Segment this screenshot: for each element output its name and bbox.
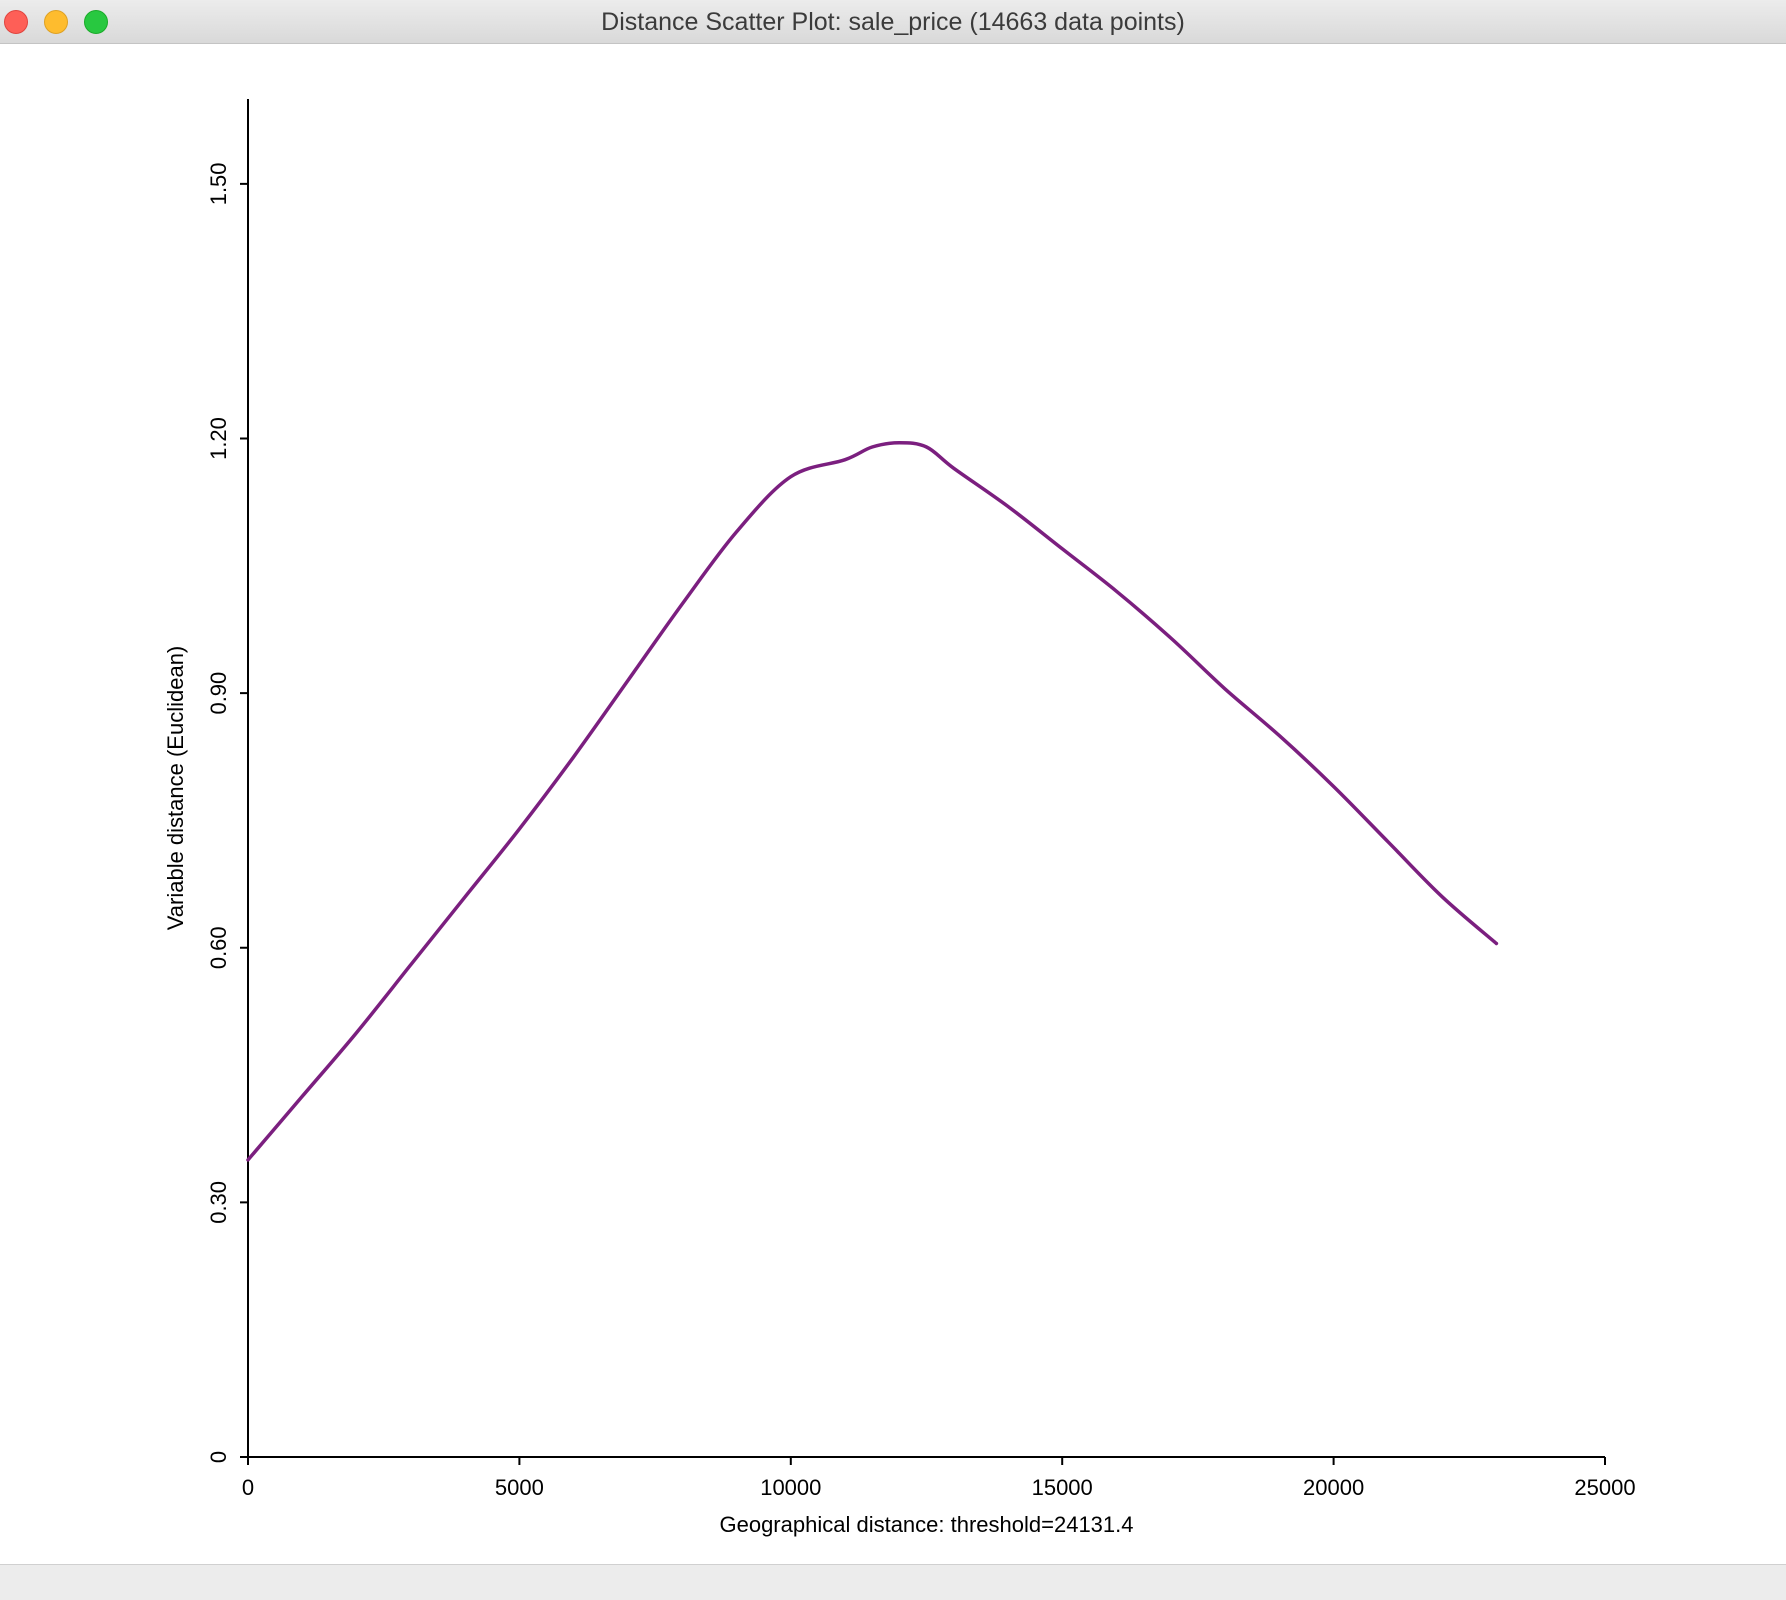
y-tick-label: 0 (206, 1451, 231, 1463)
chart-area[interactable]: 0 5000 10000 15000 20000 25000 0 0.30 0.60 0.90 1.… (0, 44, 1786, 1564)
x-tick-label: 25000 (1574, 1475, 1635, 1500)
window-title: Distance Scatter Plot: sale_price (14663… (601, 8, 1185, 36)
x-axis-label: Geographical distance: threshold=24131.4 (719, 1512, 1133, 1537)
x-tick-label: 5000 (495, 1475, 544, 1500)
series-layer (246, 440, 1499, 1162)
axes-layer (247, 99, 1605, 1458)
x-tick-label: 0 (242, 1475, 254, 1500)
status-bar (0, 1564, 1786, 1600)
y-tick-label: 1.50 (206, 162, 231, 205)
y-tick-label: 0.30 (206, 1181, 231, 1224)
y-tick-label: 0.90 (206, 672, 231, 715)
y-axis-label: Variable distance (Euclidean) (163, 646, 188, 931)
title-bar[interactable]: Distance Scatter Plot: sale_price (14663… (0, 0, 1786, 44)
distance-scatter-plot-window: Distance Scatter Plot: sale_price (14663… (0, 0, 1786, 1600)
y-tick-label: 0.60 (206, 926, 231, 969)
x-tick-label: 20000 (1303, 1475, 1364, 1500)
x-tick-label: 15000 (1032, 1475, 1093, 1500)
x-tick-label: 10000 (760, 1475, 821, 1500)
smoothed-distance-line (246, 440, 1499, 1162)
ticks-layer: 0 5000 10000 15000 20000 25000 0 0.30 0.60 0.90 1.… (206, 162, 1636, 1500)
distance-chart[interactable]: 0 5000 10000 15000 20000 25000 0 0.30 0.60 0.90 1.… (0, 44, 1786, 1564)
y-tick-label: 1.20 (206, 417, 231, 460)
